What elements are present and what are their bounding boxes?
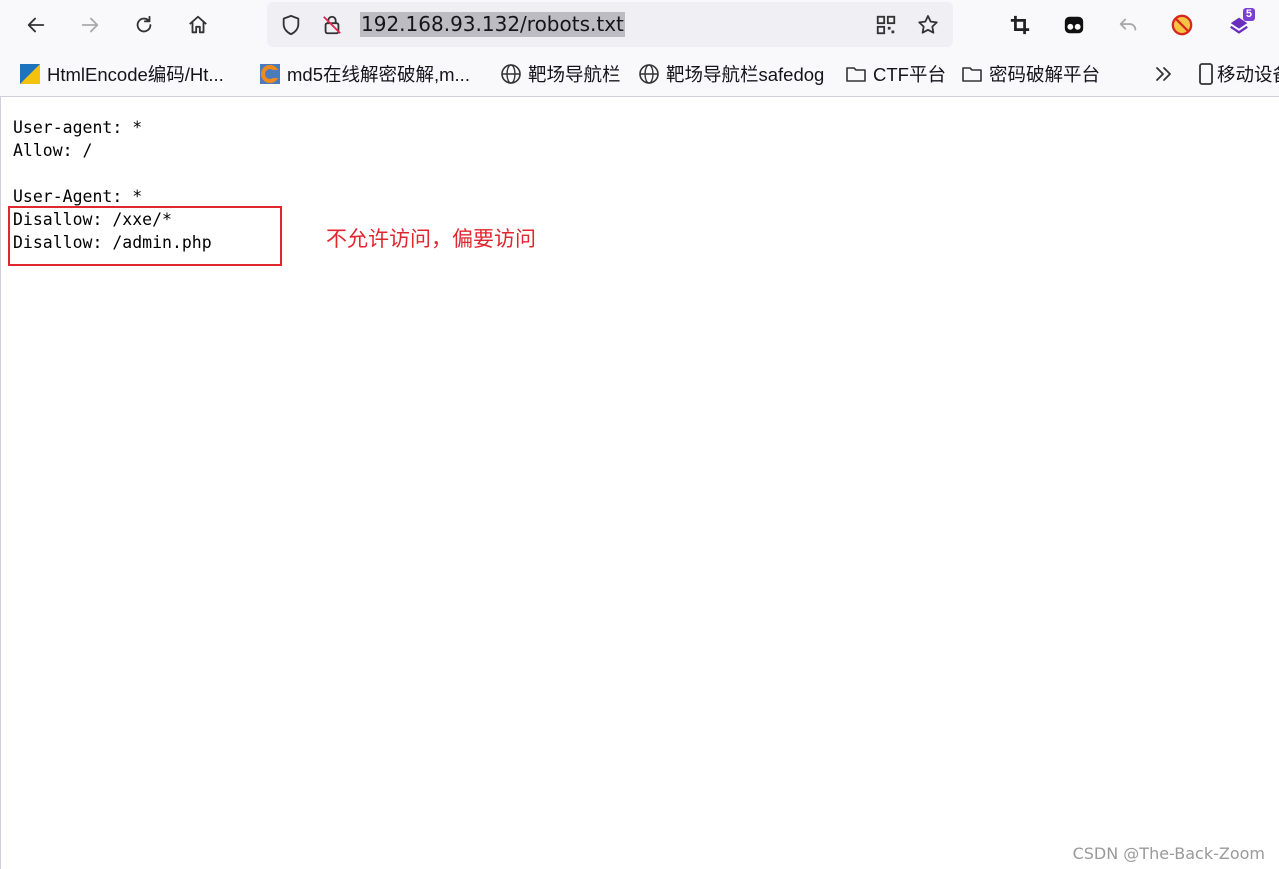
home-button[interactable] (181, 8, 215, 42)
bookmarks-toolbar: HtmlEncode编码/Ht... md5在线解密破解,m... 靶场导航栏 … (0, 52, 1279, 97)
bookmark-range-nav-safedog[interactable]: 靶场导航栏safedog (638, 61, 824, 87)
robots-line: User-Agent: * (13, 187, 143, 206)
reload-icon (136, 15, 152, 33)
highlight-box (8, 206, 282, 266)
qr-code-icon[interactable] (873, 12, 899, 38)
bookmark-folder-ctf[interactable]: CTF平台 (845, 61, 946, 87)
page-content: User-agent: * Allow: / User-Agent: * Dis… (0, 97, 1279, 869)
address-bar[interactable]: 192.168.93.132/robots.txt (267, 2, 953, 47)
hackbar-button[interactable]: 5 (1221, 8, 1257, 42)
folder-icon (845, 63, 867, 85)
htmlencode-favicon (19, 63, 41, 85)
bookmarks-overflow-button[interactable] (1153, 61, 1181, 87)
browser-toolbar: 192.168.93.132/robots.txt 5 (0, 0, 1279, 52)
crop-icon (1010, 15, 1030, 35)
undo-arrow-icon (1119, 18, 1137, 31)
tampermonkey-icon (1064, 16, 1084, 34)
arrow-left-icon (27, 17, 45, 33)
bookmark-htmlencode[interactable]: HtmlEncode编码/Ht... (19, 61, 224, 87)
tampermonkey-button[interactable] (1057, 8, 1091, 42)
watermark: CSDN @The-Back-Zoom (1072, 844, 1265, 863)
forward-button[interactable] (73, 8, 107, 42)
home-icon (189, 15, 207, 34)
shield-icon[interactable] (278, 12, 304, 38)
disable-extension-button[interactable] (1165, 8, 1199, 42)
robots-line: User-agent: * (13, 118, 143, 137)
bookmark-folder-password[interactable]: 密码破解平台 (961, 61, 1100, 87)
globe-icon (638, 63, 660, 85)
url-text[interactable]: 192.168.93.132/robots.txt (360, 12, 625, 37)
mobile-device-icon (1197, 63, 1215, 85)
robots-line: Allow: / (13, 141, 93, 160)
arrow-right-icon (81, 17, 99, 33)
extension-badge: 5 (1242, 8, 1255, 21)
reload-button[interactable] (127, 8, 161, 42)
bookmark-md5[interactable]: md5在线解密破解,m... (259, 61, 470, 87)
insecure-lock-icon[interactable] (319, 12, 345, 38)
bookmark-star-icon[interactable] (915, 12, 941, 38)
chevron-double-right-icon (1153, 63, 1175, 85)
md5-favicon (259, 63, 281, 85)
undo-button[interactable] (1111, 8, 1145, 42)
annotation-text: 不允许访问，偏要访问 (326, 227, 536, 251)
bookmark-mobile[interactable]: 移动设备 (1197, 61, 1279, 87)
bookmark-range-nav[interactable]: 靶场导航栏 (500, 61, 621, 87)
blocked-bug-icon (1171, 14, 1193, 36)
screenshot-button[interactable] (1003, 8, 1037, 42)
back-button[interactable] (19, 8, 53, 42)
globe-icon (500, 63, 522, 85)
folder-icon (961, 63, 983, 85)
